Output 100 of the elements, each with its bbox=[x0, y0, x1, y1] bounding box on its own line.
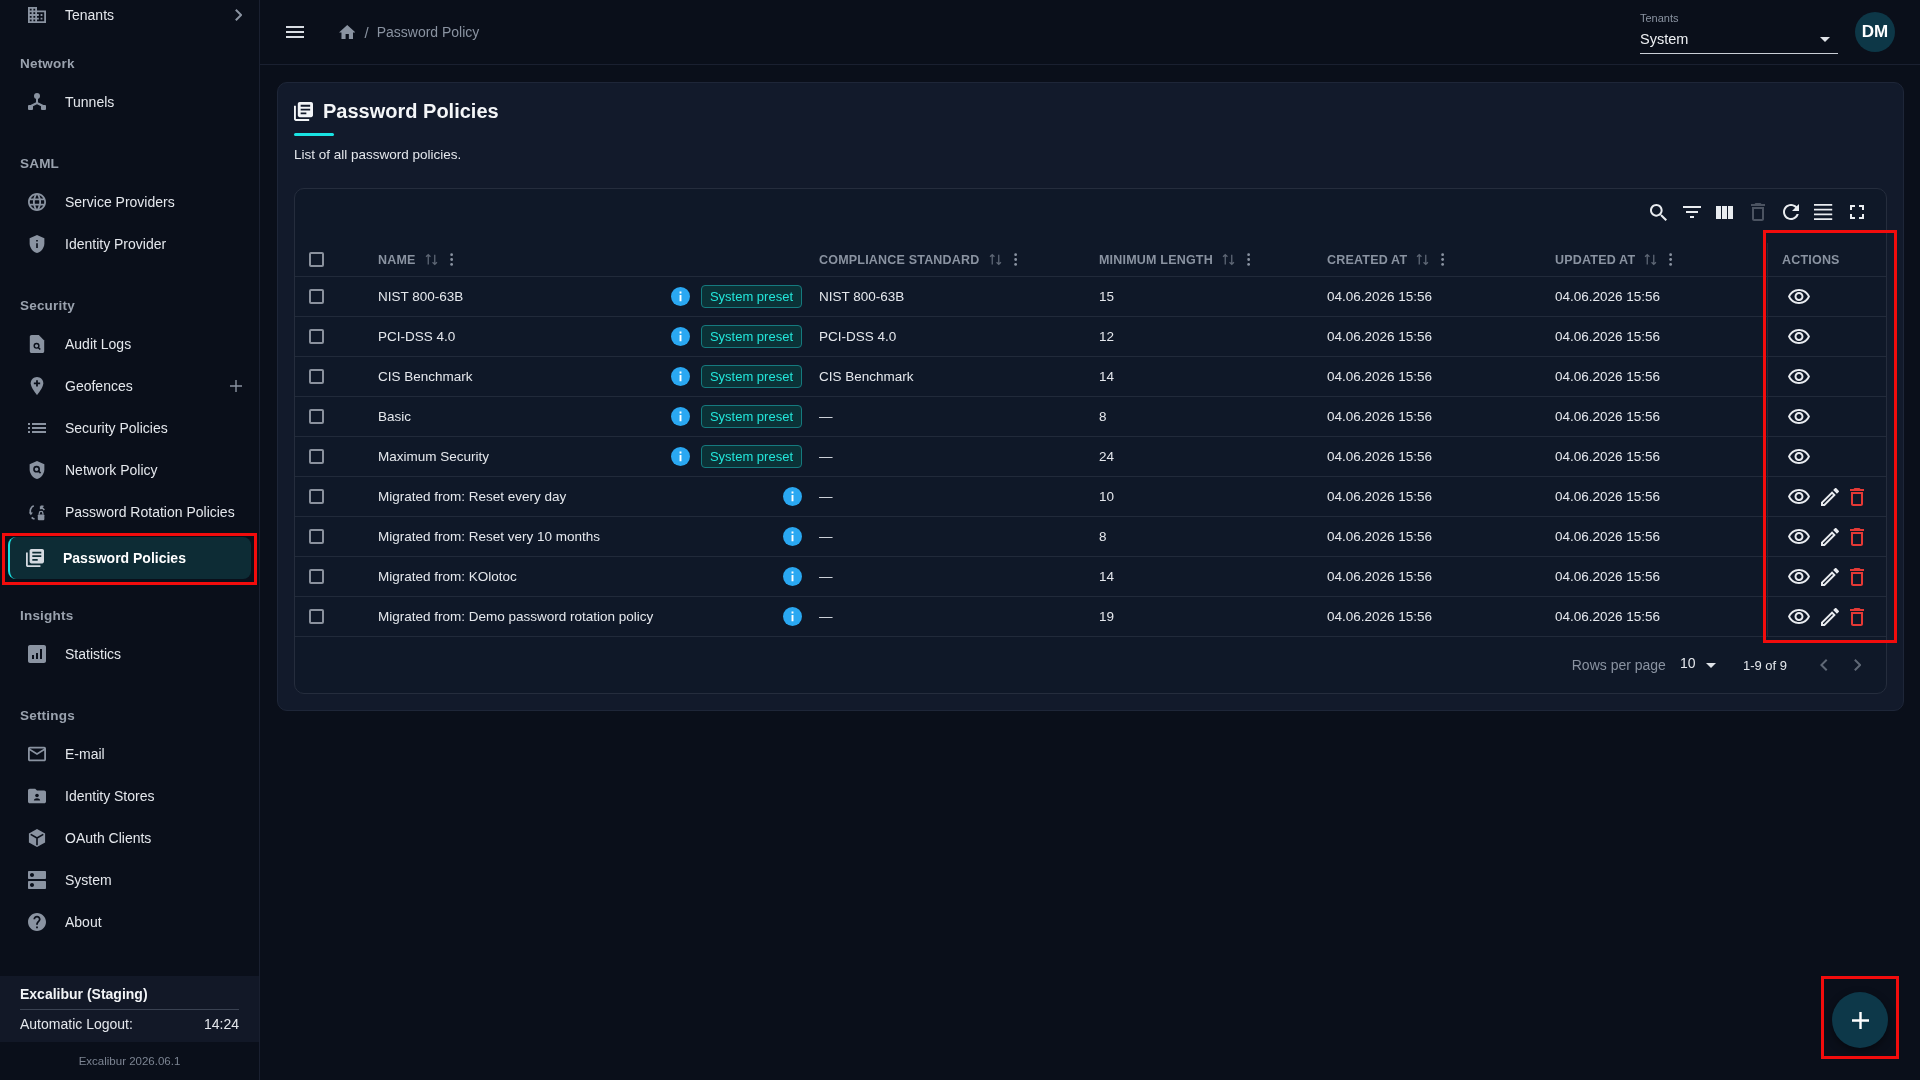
eye-icon[interactable] bbox=[1788, 569, 1810, 584]
density-icon[interactable] bbox=[1814, 204, 1833, 220]
checkbox[interactable] bbox=[309, 609, 324, 624]
documents-icon bbox=[294, 101, 313, 121]
home-icon[interactable] bbox=[339, 25, 356, 39]
minimum-length: 10 bbox=[1099, 489, 1115, 504]
filter-icon[interactable] bbox=[1682, 206, 1701, 218]
compliance-standard: — bbox=[819, 609, 833, 624]
eye-icon[interactable] bbox=[1788, 329, 1810, 344]
policy-name: Migrated from: KOlotoc bbox=[378, 569, 517, 584]
document-search-icon bbox=[28, 335, 46, 353]
pencil-icon[interactable] bbox=[1821, 567, 1839, 586]
nav-item[interactable]: Service Providers bbox=[8, 181, 251, 223]
table-row[interactable]: CIS Benchmark System preset CIS Benchmark 14 04.06.2026 15:56 04.06.2026 15:56 bbox=[295, 357, 1886, 397]
nav-item[interactable]: Security Policies bbox=[8, 407, 251, 449]
table-row[interactable]: PCI-DSS 4.0 System preset PCI-DSS 4.0 12 04.06.2026 15:56 04.06.2026 15:56 bbox=[295, 317, 1886, 357]
eye-icon[interactable] bbox=[1788, 529, 1810, 544]
eye-icon[interactable] bbox=[1788, 409, 1810, 424]
pencil-icon[interactable] bbox=[1821, 607, 1839, 626]
trash-icon[interactable] bbox=[1850, 487, 1864, 506]
pencil-icon[interactable] bbox=[1821, 487, 1839, 506]
checkbox[interactable] bbox=[309, 252, 324, 267]
created-date: 04.06.2026 15:56 bbox=[1327, 569, 1433, 584]
policy-name: Maximum Security bbox=[378, 449, 490, 464]
checkbox[interactable] bbox=[309, 529, 324, 544]
nav-item[interactable]: Geofences bbox=[8, 365, 251, 407]
search-icon[interactable] bbox=[1650, 203, 1667, 221]
checkbox[interactable] bbox=[309, 329, 324, 344]
nav-item[interactable]: Network Policy bbox=[8, 449, 251, 491]
menu-icon[interactable] bbox=[286, 26, 304, 38]
info-icon[interactable] bbox=[670, 447, 690, 466]
table-row[interactable]: Migrated from: Reset very 10 months — 8 04.06.2026 15:56 04.06.2026 15:56 bbox=[295, 517, 1886, 557]
table-row[interactable]: Maximum Security System preset — 24 04.06.2026 15:56 04.06.2026 15:56 bbox=[295, 437, 1886, 477]
info-icon[interactable] bbox=[783, 567, 802, 586]
nav-item[interactable]: Password Rotation Policies bbox=[8, 491, 251, 533]
nav-item[interactable]: OAuth Clients bbox=[8, 817, 251, 859]
rows-per-page-select[interactable]: 10 bbox=[1679, 659, 1716, 671]
sort-icon[interactable] bbox=[1221, 253, 1235, 266]
kebab-menu-icon[interactable] bbox=[1441, 253, 1445, 266]
trash-icon[interactable] bbox=[1850, 567, 1864, 586]
eye-icon[interactable] bbox=[1788, 609, 1810, 624]
kebab-menu-icon[interactable] bbox=[1013, 253, 1017, 266]
info-icon[interactable] bbox=[670, 367, 690, 386]
add-button[interactable] bbox=[1832, 992, 1888, 1048]
checkbox[interactable] bbox=[309, 569, 324, 584]
table-row[interactable]: Migrated from: Demo password rotation policy — 19 04.06.2026 15:56 04.06.2026 15:56 bbox=[295, 597, 1886, 637]
updated-date: 04.06.2026 15:56 bbox=[1555, 529, 1661, 544]
refresh-icon[interactable] bbox=[1782, 204, 1799, 220]
nav-item[interactable]: Audit Logs bbox=[8, 323, 251, 365]
kebab-menu-icon[interactable] bbox=[1246, 253, 1251, 266]
nav-item[interactable]: Identity Stores bbox=[8, 775, 251, 817]
nav-item[interactable]: Statistics bbox=[8, 633, 251, 675]
info-icon[interactable] bbox=[783, 487, 802, 506]
nav-item[interactable]: About bbox=[8, 901, 251, 943]
eye-icon[interactable] bbox=[1788, 489, 1810, 504]
checkbox[interactable] bbox=[309, 489, 324, 504]
rotate-lock-icon bbox=[28, 503, 46, 521]
minimum-length: 12 bbox=[1099, 329, 1115, 344]
columns-icon[interactable] bbox=[1716, 205, 1733, 219]
created-date: 04.06.2026 15:56 bbox=[1327, 449, 1433, 464]
pencil-icon[interactable] bbox=[1821, 527, 1839, 546]
kebab-menu-icon[interactable] bbox=[1669, 253, 1673, 266]
avatar[interactable]: DM bbox=[1855, 12, 1895, 52]
table-row[interactable]: Migrated from: Reset every day — 10 04.06.2026 15:56 04.06.2026 15:56 bbox=[295, 477, 1886, 517]
sort-icon[interactable] bbox=[1416, 253, 1430, 266]
chevron-icon[interactable] bbox=[234, 9, 242, 21]
info-icon[interactable] bbox=[783, 527, 802, 546]
eye-icon[interactable] bbox=[1788, 449, 1810, 464]
minimum-length: 8 bbox=[1099, 529, 1107, 544]
table-row[interactable]: Basic System preset — 8 04.06.2026 15:56 04.06.2026 15:56 bbox=[295, 397, 1886, 437]
checkbox[interactable] bbox=[309, 449, 324, 464]
table-row[interactable]: Migrated from: KOlotoc — 14 04.06.2026 15:56 04.06.2026 15:56 bbox=[295, 557, 1886, 597]
checkbox[interactable] bbox=[309, 289, 324, 304]
info-icon[interactable] bbox=[783, 607, 802, 626]
sort-icon[interactable] bbox=[988, 253, 1002, 266]
nav-item[interactable]: System bbox=[8, 859, 251, 901]
bar-chart-icon bbox=[28, 645, 46, 663]
checkbox[interactable] bbox=[309, 369, 324, 384]
nav-item[interactable]: Password Policies bbox=[8, 537, 251, 579]
sort-icon[interactable] bbox=[1644, 253, 1658, 266]
trash-icon[interactable] bbox=[1850, 527, 1864, 546]
info-icon[interactable] bbox=[670, 407, 690, 426]
info-icon[interactable] bbox=[670, 327, 690, 346]
eye-icon[interactable] bbox=[1788, 369, 1810, 384]
nav-item[interactable]: Identity Provider bbox=[8, 223, 251, 265]
trash-icon[interactable] bbox=[1850, 607, 1864, 626]
nav-item[interactable]: Tenants bbox=[8, 0, 251, 30]
plus-icon[interactable] bbox=[230, 380, 242, 392]
nav-item[interactable]: E-mail bbox=[8, 733, 251, 775]
policy-name: PCI-DSS 4.0 bbox=[378, 329, 456, 344]
tenant-select[interactable]: System bbox=[1640, 25, 1838, 54]
table-row[interactable]: NIST 800-63B System preset NIST 800-63B 15 04.06.2026 15:56 04.06.2026 15:56 bbox=[295, 277, 1886, 317]
sort-icon[interactable] bbox=[424, 253, 438, 266]
preset-badge: System preset bbox=[700, 445, 802, 468]
fullscreen-icon[interactable] bbox=[1849, 205, 1864, 219]
kebab-menu-icon[interactable] bbox=[449, 253, 453, 266]
info-icon[interactable] bbox=[670, 287, 690, 306]
checkbox[interactable] bbox=[309, 409, 324, 424]
eye-icon[interactable] bbox=[1788, 289, 1810, 304]
nav-item[interactable]: Tunnels bbox=[8, 81, 251, 123]
